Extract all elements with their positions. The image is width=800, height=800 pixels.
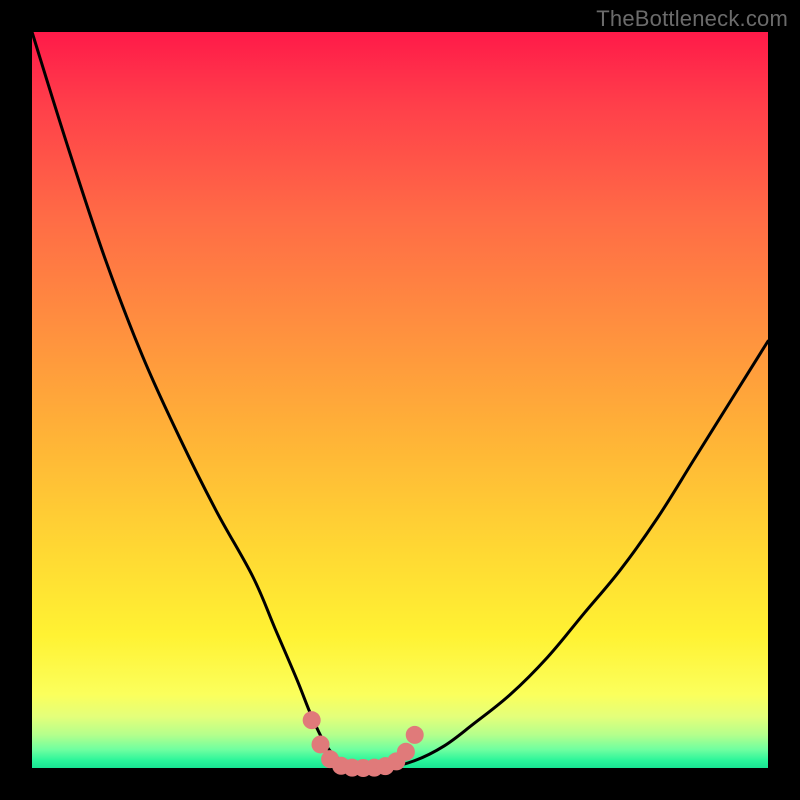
marker-layer [303,711,424,777]
bottleneck-curve [32,32,768,769]
curve-layer [32,32,768,769]
trough-marker [406,726,424,744]
watermark-text: TheBottleneck.com [596,6,788,32]
outer-frame: TheBottleneck.com [0,0,800,800]
trough-marker [397,743,415,761]
chart-svg [32,32,768,768]
plot-area [32,32,768,768]
trough-marker [312,735,330,753]
trough-marker [303,711,321,729]
